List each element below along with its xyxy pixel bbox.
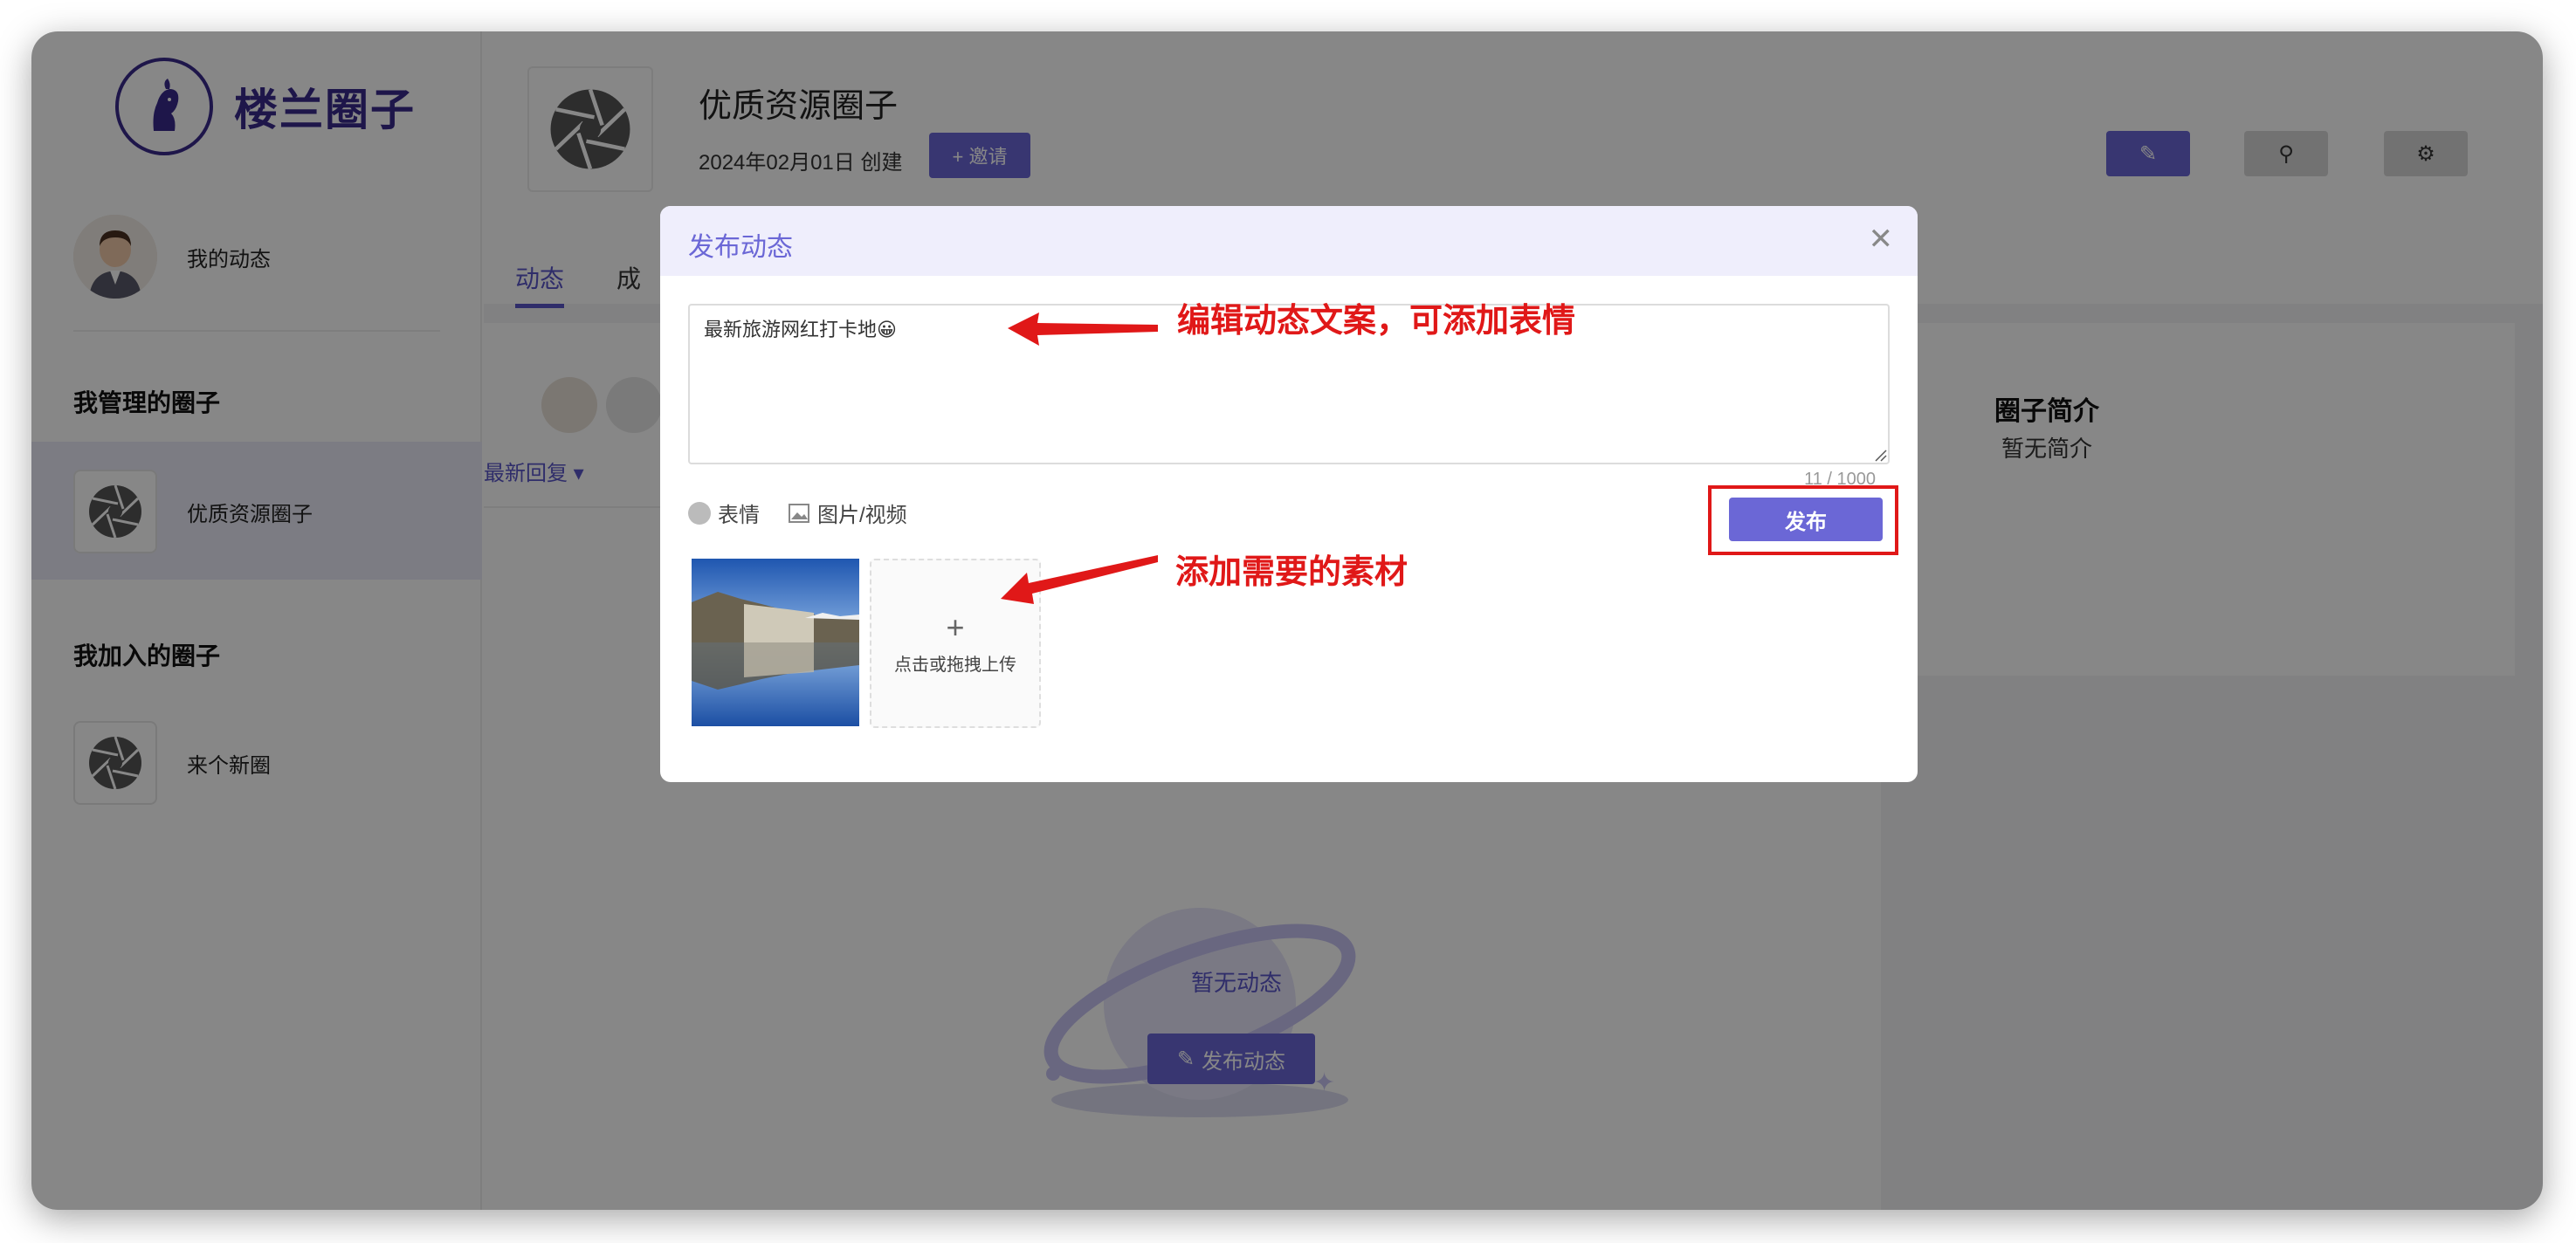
material-arrow [1001, 555, 1158, 604]
app-window: 楼兰圈子 我的动态 我管理的圈子 优质资源圈子 我加入的圈子 来个新圈 优质资源… [31, 31, 2543, 1210]
material-hint-annotation: 添加需要的素材 [1175, 554, 1409, 591]
edit-arrow [1008, 312, 1158, 346]
annotation-arrows [1001, 312, 1158, 604]
edit-hint-annotation: 编辑动态文案，可添加表情 [1177, 303, 1576, 340]
